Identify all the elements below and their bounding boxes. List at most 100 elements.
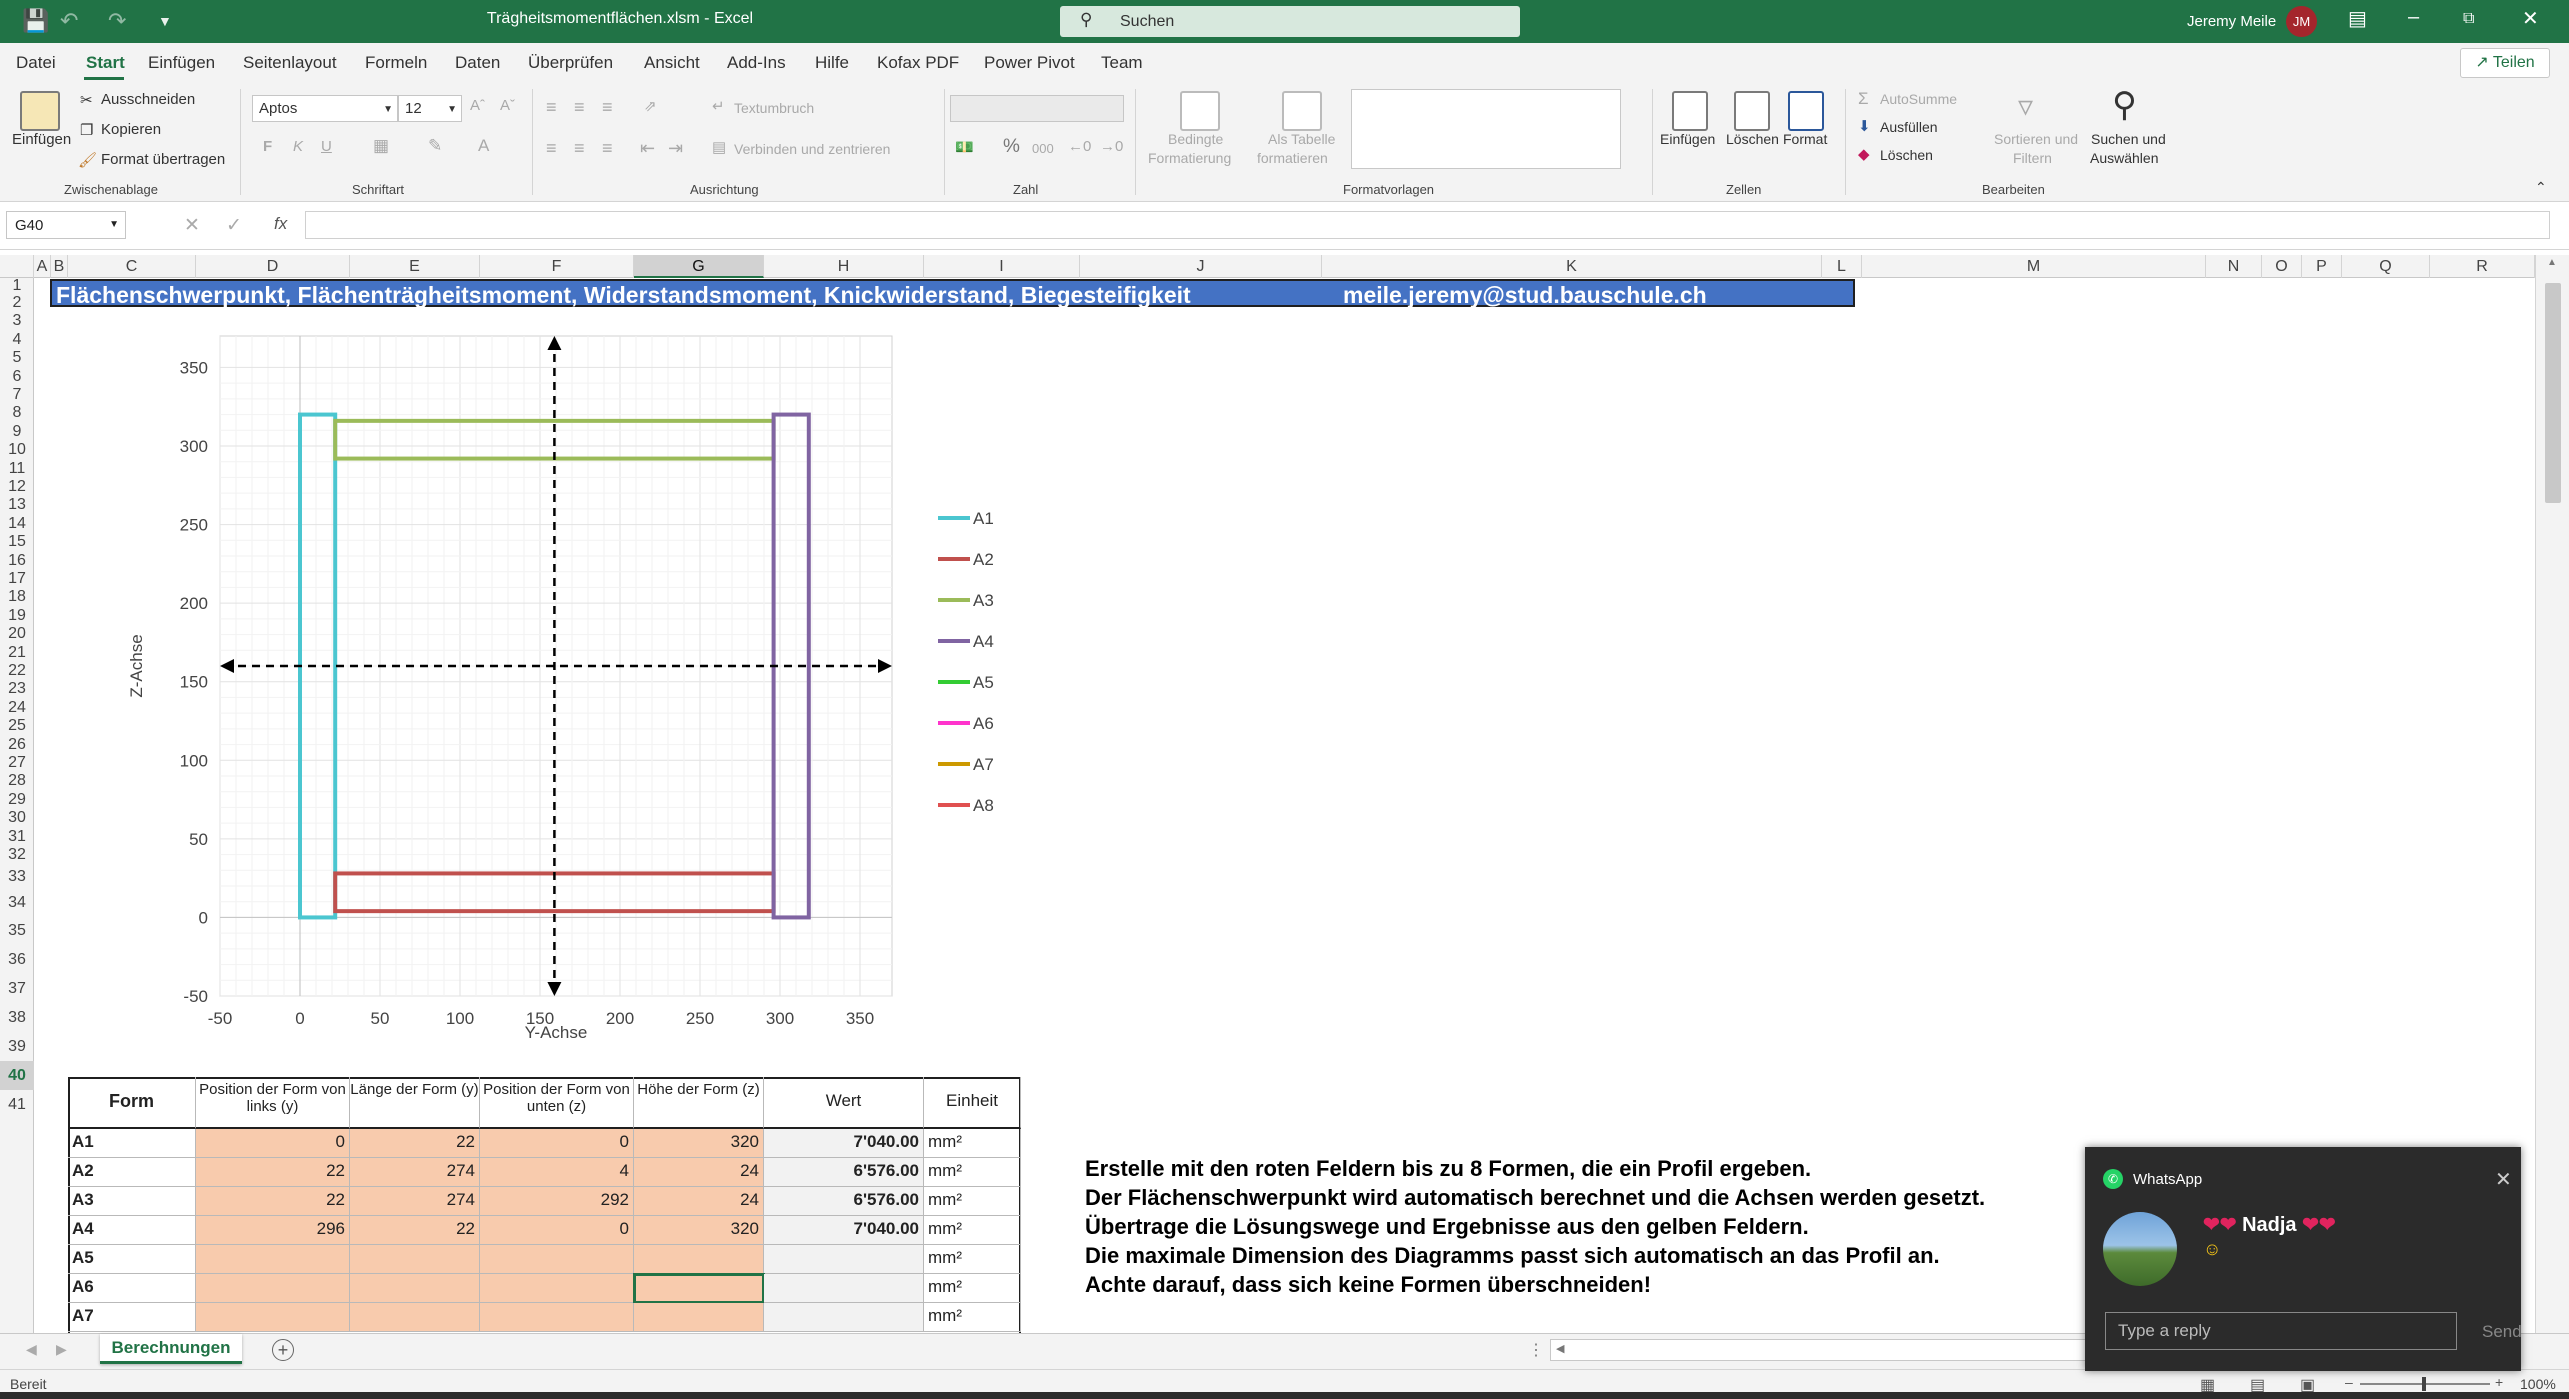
table-cell-form[interactable]: A4 — [68, 1216, 196, 1245]
tab-ansicht[interactable]: Ansicht — [644, 53, 700, 73]
column-header[interactable]: N — [2206, 255, 2262, 278]
bold-button[interactable]: F — [263, 138, 272, 155]
row-header[interactable]: 33 — [0, 864, 34, 890]
table-cell-height-z[interactable]: 320 — [634, 1129, 764, 1158]
find-select-icon[interactable]: ⚲ — [2112, 85, 2137, 125]
reply-input[interactable]: Type a reply — [2105, 1312, 2457, 1350]
row-header[interactable]: 24 — [0, 699, 34, 717]
font-color-icon[interactable]: A — [478, 136, 489, 156]
sort-filter-button[interactable]: Sortieren und — [1994, 131, 2078, 147]
cut-button[interactable]: Ausschneiden — [101, 91, 195, 108]
table-cell-pos-z[interactable]: 0 — [480, 1216, 634, 1245]
conditional-formatting-button[interactable]: Bedingte — [1168, 131, 1223, 147]
tab-hilfe[interactable]: Hilfe — [815, 53, 849, 73]
profile-chart[interactable]: -50 0 50 100 150 200 250 300 350-500501001502002… — [95, 318, 1055, 1058]
wrap-text-icon[interactable]: ↵ — [712, 97, 725, 115]
close-icon[interactable]: ✕ — [2522, 6, 2539, 31]
format-cells-icon[interactable] — [1788, 91, 1824, 131]
column-header[interactable]: R — [2430, 255, 2535, 278]
align-right-icon[interactable]: ≡ — [602, 138, 613, 159]
tab-add-ins[interactable]: Add-Ins — [727, 53, 786, 73]
cell-styles-gallery[interactable] — [1351, 89, 1621, 169]
horizontal-scrollbar[interactable]: ◀ — [1550, 1339, 2090, 1361]
row-header[interactable]: 18 — [0, 588, 34, 606]
row-header[interactable]: 31 — [0, 828, 34, 846]
table-cell-unit[interactable]: mm² — [924, 1274, 1021, 1303]
close-notification-icon[interactable]: ✕ — [2495, 1167, 2512, 1192]
search-box[interactable]: ⚲ Suchen — [1060, 6, 1520, 37]
table-cell-pos-z[interactable] — [480, 1303, 634, 1332]
prev-sheet-icon[interactable]: ◀ — [26, 1341, 37, 1358]
row-header[interactable]: 23 — [0, 680, 34, 698]
percent-button[interactable]: % — [1003, 136, 1020, 158]
clear-icon[interactable]: ◆ — [1858, 145, 1870, 163]
accounting-icon[interactable]: 💵 — [955, 138, 974, 156]
table-cell-form[interactable]: A7 — [68, 1303, 196, 1332]
cancel-icon[interactable]: ✕ — [184, 214, 200, 237]
zoom-in-icon[interactable]: + — [2495, 1374, 2503, 1390]
whatsapp-notification[interactable]: ✆ WhatsApp ✕ ❤❤ Nadja ❤❤ ☺ Type a reply … — [2085, 1147, 2522, 1371]
sort-filter-button-line2[interactable]: Filtern — [2013, 150, 2052, 166]
row-header[interactable]: 32 — [0, 846, 34, 864]
format-painter-icon[interactable]: 🖌 — [78, 151, 97, 169]
table-cell-pos-y[interactable] — [196, 1245, 350, 1274]
column-header[interactable]: O — [2262, 255, 2302, 278]
table-cell-height-z[interactable] — [634, 1245, 764, 1274]
table-cell-len-y[interactable] — [350, 1245, 480, 1274]
format-painter-button[interactable]: Format übertragen — [101, 151, 225, 168]
table-cell-wert[interactable] — [764, 1245, 924, 1274]
align-bottom-icon[interactable]: ≡ — [602, 97, 613, 118]
send-button[interactable]: Send — [2482, 1322, 2522, 1342]
autosum-button[interactable]: AutoSumme — [1880, 91, 1957, 107]
column-header[interactable]: B — [51, 255, 68, 278]
align-middle-icon[interactable]: ≡ — [574, 97, 585, 118]
table-cell-wert[interactable]: 6'576.00 — [764, 1187, 924, 1216]
format-cells-button[interactable]: Format — [1783, 131, 1827, 147]
increase-decimal-icon[interactable]: ←0 — [1068, 138, 1091, 155]
column-header[interactable]: I — [924, 255, 1080, 278]
column-header[interactable]: Q — [2342, 255, 2430, 278]
table-cell-pos-y[interactable] — [196, 1303, 350, 1332]
table-cell-unit[interactable]: mm² — [924, 1129, 1021, 1158]
align-center-icon[interactable]: ≡ — [574, 138, 585, 159]
format-as-table-button-line2[interactable]: formatieren — [1257, 150, 1328, 166]
fill-icon[interactable]: ⬇ — [1858, 117, 1871, 135]
row-header[interactable]: 13 — [0, 496, 34, 514]
tab-power-pivot[interactable]: Power Pivot — [984, 53, 1075, 73]
row-header[interactable]: 15 — [0, 533, 34, 551]
tab-einfuegen[interactable]: Einfügen — [148, 53, 215, 73]
grow-font-icon[interactable]: Aˆ — [470, 97, 485, 114]
table-cell-wert[interactable]: 6'576.00 — [764, 1158, 924, 1187]
table-cell-unit[interactable]: mm² — [924, 1216, 1021, 1245]
insert-function-button[interactable]: fx — [274, 214, 287, 234]
row-header[interactable]: 36 — [0, 945, 34, 974]
minimize-icon[interactable]: – — [2408, 6, 2419, 29]
table-cell-form[interactable]: A3 — [68, 1187, 196, 1216]
tab-seitenlayout[interactable]: Seitenlayout — [243, 53, 337, 73]
collapse-ribbon-icon[interactable]: ⌃ — [2535, 179, 2547, 196]
table-cell-pos-y[interactable] — [196, 1274, 350, 1303]
row-header[interactable]: 21 — [0, 644, 34, 662]
select-all-corner[interactable] — [0, 255, 34, 278]
row-header[interactable]: 11 — [0, 460, 34, 478]
table-cell-pos-y[interactable]: 22 — [196, 1187, 350, 1216]
column-header[interactable]: J — [1080, 255, 1322, 278]
table-cell-wert[interactable]: 7'040.00 — [764, 1216, 924, 1245]
conditional-formatting-button-line2[interactable]: Formatierung — [1148, 150, 1231, 166]
user-name[interactable]: Jeremy Meile — [2187, 13, 2276, 30]
zoom-out-icon[interactable]: – — [2345, 1374, 2353, 1390]
delete-cells-icon[interactable] — [1734, 91, 1770, 131]
tab-ueberpruefen[interactable]: Überprüfen — [528, 53, 613, 73]
find-select-button[interactable]: Suchen und — [2091, 131, 2166, 147]
table-cell-len-y[interactable] — [350, 1274, 480, 1303]
table-cell-pos-z[interactable]: 292 — [480, 1187, 634, 1216]
row-header[interactable]: 1 — [0, 278, 34, 294]
table-cell-pos-y[interactable]: 296 — [196, 1216, 350, 1245]
insert-cells-icon[interactable] — [1672, 91, 1708, 131]
tab-team[interactable]: Team — [1101, 53, 1143, 73]
row-header[interactable]: 26 — [0, 736, 34, 754]
vertical-scrollbar[interactable]: ▲ — [2535, 255, 2569, 1333]
row-header[interactable]: 3 — [0, 312, 34, 330]
row-header[interactable]: 20 — [0, 625, 34, 643]
row-header[interactable]: 27 — [0, 754, 34, 772]
